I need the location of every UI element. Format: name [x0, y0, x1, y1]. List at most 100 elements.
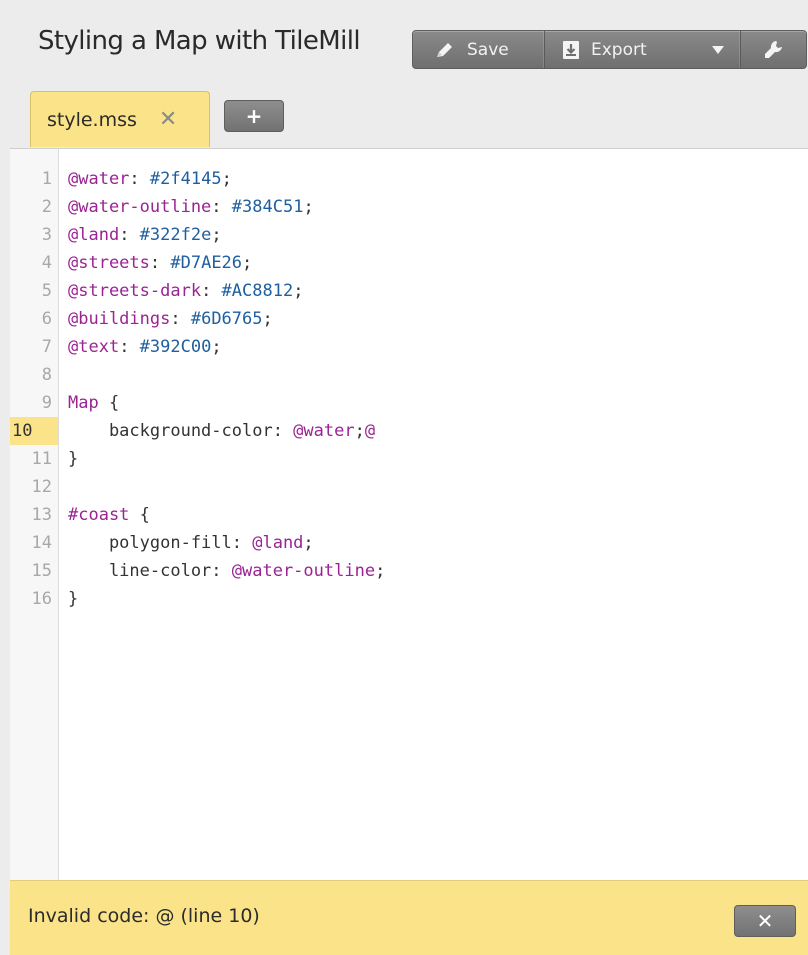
- text-token: ;: [303, 533, 314, 553]
- text-token: :: [170, 309, 191, 329]
- variable-token: @streets: [68, 253, 150, 273]
- code-line: 4 @streets: #D7AE26;: [10, 249, 808, 277]
- code-text: @streets: #D7AE26;: [68, 249, 252, 277]
- text-token: background-color:: [68, 421, 294, 441]
- settings-button[interactable]: [741, 31, 806, 68]
- code-line: 13 #coast {: [10, 501, 808, 529]
- value-token: #392C00: [139, 337, 212, 357]
- line-number: 12: [31, 477, 52, 497]
- variable-token: @streets-dark: [68, 281, 202, 301]
- save-label: Save: [467, 39, 509, 60]
- variable-token: @water-outline: [68, 197, 212, 217]
- variable-token: @water: [68, 169, 130, 189]
- code-line: 11}: [10, 445, 808, 473]
- line-number: 2: [41, 197, 52, 217]
- text-token: ;: [293, 281, 304, 301]
- code-text: @water-outline: #384C51;: [68, 193, 314, 221]
- code-text: }: [68, 585, 78, 613]
- text-token: :: [119, 337, 140, 357]
- line-number: 14: [31, 533, 52, 553]
- tab-style-mss[interactable]: style.mss ✕: [30, 91, 210, 147]
- line-number: 4: [41, 253, 52, 273]
- variable-token: @buildings: [68, 309, 171, 329]
- tab-bar: style.mss ✕ +: [10, 88, 808, 149]
- text-token: ;: [211, 225, 222, 245]
- project-toolbar: Save Export: [412, 30, 807, 69]
- save-button[interactable]: Save: [413, 31, 545, 68]
- code-text: @land: #322f2e;: [68, 221, 222, 249]
- code-line: 6 @buildings: #6D6765;: [10, 305, 808, 333]
- page-title: Styling a Map with TileMill: [38, 26, 361, 56]
- text-token: ;: [221, 169, 232, 189]
- pencil-icon: [435, 41, 455, 59]
- selector-token: #coast: [68, 505, 130, 525]
- code-line: 10 background-color: @water;@: [10, 417, 808, 445]
- text-token: :: [119, 225, 140, 245]
- variable-token: @text: [68, 337, 120, 357]
- text-token: {: [129, 505, 150, 525]
- line-number: 5: [41, 281, 52, 301]
- text-token: polygon-fill:: [68, 533, 253, 553]
- text-token: }: [68, 449, 79, 469]
- code-text: background-color: @water;@: [68, 417, 375, 445]
- text-token: line-color:: [68, 561, 232, 581]
- text-token: :: [201, 281, 222, 301]
- code-editor[interactable]: 1 @water: #2f4145; 2 @water-outline: #384C5…: [10, 149, 808, 880]
- code-line: 14 polygon-fill: @land;: [10, 529, 808, 557]
- code-line: 12: [10, 473, 808, 501]
- line-number: 6: [41, 309, 52, 329]
- variable-token: @land: [252, 533, 304, 553]
- error-status-bar: Invalid code: @ (line 10) ✕: [10, 880, 808, 955]
- code-line: 15 line-color: @water-outline;: [10, 557, 808, 585]
- value-token: #384C51: [231, 197, 304, 217]
- text-token: ;: [262, 309, 273, 329]
- export-label: Export: [591, 39, 647, 60]
- download-icon: [563, 40, 579, 59]
- code-text: #coast {: [68, 501, 150, 529]
- code-line: 8: [10, 361, 808, 389]
- line-number: 7: [41, 337, 52, 357]
- line-number: 10: [10, 417, 58, 445]
- line-number: 1: [41, 169, 52, 189]
- code-text: }: [68, 445, 78, 473]
- code-line: 9 Map {: [10, 389, 808, 417]
- text-token: {: [98, 393, 120, 413]
- text-token: ;: [303, 197, 314, 217]
- code-line: 2 @water-outline: #384C51;: [10, 193, 808, 221]
- chevron-down-icon[interactable]: [712, 45, 724, 54]
- text-token: }: [68, 589, 79, 609]
- error-message: Invalid code: @ (line 10): [28, 905, 260, 927]
- code-line: 3 @land: #322f2e;: [10, 221, 808, 249]
- dismiss-error-button[interactable]: ✕: [734, 905, 796, 937]
- code-line: 16}: [10, 585, 808, 613]
- tab-label: style.mss: [47, 108, 137, 131]
- line-number: 3: [41, 225, 52, 245]
- code-text: line-color: @water-outline;: [68, 557, 385, 585]
- line-number: 16: [31, 589, 52, 609]
- text-token: :: [211, 197, 232, 217]
- variable-token: @land: [68, 225, 120, 245]
- value-token: #6D6765: [190, 309, 263, 329]
- text-token: ;: [375, 561, 386, 581]
- line-number: 11: [31, 449, 52, 469]
- text-token: ;: [242, 253, 253, 273]
- editor-panel: Styling a Map with TileMill Save Export …: [10, 0, 808, 955]
- code-line: 7 @text: #392C00;: [10, 333, 808, 361]
- text-token: :: [149, 253, 171, 273]
- close-icon[interactable]: ✕: [159, 107, 177, 132]
- selector-token: Map: [68, 393, 99, 413]
- text-token: :: [129, 169, 150, 189]
- variable-token: @: [364, 421, 376, 441]
- code-text: @streets-dark: #AC8812;: [68, 277, 303, 305]
- wrench-icon: [763, 39, 785, 61]
- value-token: #D7AE26: [170, 253, 243, 273]
- code-text: polygon-fill: @land;: [68, 529, 314, 557]
- value-token: #AC8812: [221, 281, 294, 301]
- line-number: 8: [41, 365, 52, 385]
- code-line: 5 @streets-dark: #AC8812;: [10, 277, 808, 305]
- export-button[interactable]: Export: [545, 31, 741, 68]
- code-text: @text: #392C00;: [68, 333, 222, 361]
- add-tab-button[interactable]: +: [224, 100, 284, 132]
- line-number: 15: [31, 561, 52, 581]
- line-number: 9: [41, 393, 52, 413]
